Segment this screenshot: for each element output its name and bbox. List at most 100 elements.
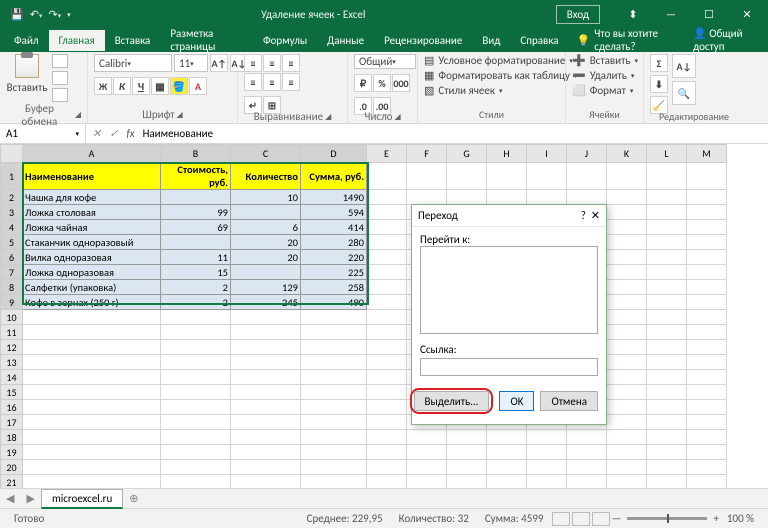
cell[interactable] bbox=[607, 385, 647, 400]
cell[interactable] bbox=[607, 280, 647, 295]
tab-home[interactable]: Главная bbox=[49, 30, 105, 51]
col-header[interactable]: K bbox=[607, 145, 647, 163]
cell[interactable] bbox=[687, 250, 727, 265]
formula-input[interactable]: Наименование bbox=[143, 127, 214, 140]
fill-icon[interactable]: ⬇ bbox=[650, 75, 668, 93]
cell[interactable] bbox=[607, 430, 647, 445]
col-header[interactable]: E bbox=[367, 145, 407, 163]
cell[interactable] bbox=[23, 325, 161, 340]
cell[interactable] bbox=[301, 460, 367, 475]
cell[interactable] bbox=[231, 355, 301, 370]
cell[interactable] bbox=[231, 205, 301, 220]
cell[interactable]: 1490 bbox=[301, 190, 367, 205]
col-header[interactable]: B bbox=[161, 145, 231, 163]
cell[interactable]: 594 bbox=[301, 205, 367, 220]
cell[interactable]: 129 bbox=[231, 280, 301, 295]
format-cells-button[interactable]: ⬜Формат▾ bbox=[572, 84, 638, 97]
cell[interactable] bbox=[687, 190, 727, 205]
cell[interactable] bbox=[687, 235, 727, 250]
number-format-combo[interactable]: Общий ▾ bbox=[354, 54, 416, 69]
cell[interactable] bbox=[687, 163, 727, 190]
cell[interactable] bbox=[161, 325, 231, 340]
italic-button[interactable]: К bbox=[113, 77, 131, 95]
cell[interactable] bbox=[367, 460, 407, 475]
cell[interactable] bbox=[407, 430, 447, 445]
cell[interactable] bbox=[301, 355, 367, 370]
cell[interactable] bbox=[407, 190, 447, 205]
cell[interactable] bbox=[647, 475, 687, 489]
cell[interactable] bbox=[161, 235, 231, 250]
cell[interactable] bbox=[161, 400, 231, 415]
cell[interactable] bbox=[647, 190, 687, 205]
bold-button[interactable]: Ж bbox=[94, 77, 112, 95]
cell[interactable] bbox=[367, 220, 407, 235]
cell[interactable] bbox=[231, 385, 301, 400]
cell[interactable] bbox=[231, 265, 301, 280]
cut-icon[interactable] bbox=[52, 54, 68, 68]
cell[interactable] bbox=[367, 205, 407, 220]
comma-icon[interactable]: 000 bbox=[392, 74, 410, 92]
col-header[interactable]: A bbox=[23, 145, 161, 163]
cell[interactable] bbox=[161, 445, 231, 460]
cell[interactable] bbox=[447, 163, 487, 190]
minimize-icon[interactable]: — bbox=[654, 8, 688, 21]
cell[interactable] bbox=[23, 445, 161, 460]
cell[interactable] bbox=[23, 475, 161, 489]
row-header[interactable]: 12 bbox=[1, 340, 23, 355]
cell[interactable] bbox=[687, 325, 727, 340]
save-icon[interactable]: 💾 bbox=[10, 8, 24, 21]
cell[interactable] bbox=[23, 355, 161, 370]
cell[interactable] bbox=[687, 310, 727, 325]
cell[interactable] bbox=[367, 190, 407, 205]
tell-me[interactable]: 💡Что вы хотите сделать? bbox=[569, 27, 686, 53]
ok-button[interactable]: OK bbox=[499, 391, 534, 411]
maximize-icon[interactable]: ☐ bbox=[692, 8, 726, 21]
row-header[interactable]: 17 bbox=[1, 415, 23, 430]
cell[interactable]: Вилка одноразовая bbox=[23, 250, 161, 265]
cell[interactable] bbox=[607, 370, 647, 385]
cell[interactable] bbox=[607, 400, 647, 415]
cell[interactable]: 69 bbox=[161, 220, 231, 235]
cell[interactable] bbox=[231, 325, 301, 340]
goto-list[interactable] bbox=[420, 246, 598, 334]
name-box[interactable]: A1▾ bbox=[0, 124, 86, 143]
cell[interactable] bbox=[161, 370, 231, 385]
cell[interactable] bbox=[301, 325, 367, 340]
tab-formulas[interactable]: Формулы bbox=[253, 30, 317, 51]
sheet-tab[interactable]: microexcel.ru bbox=[41, 489, 123, 509]
cell[interactable]: 20 bbox=[231, 250, 301, 265]
cell[interactable] bbox=[231, 475, 301, 489]
cell[interactable] bbox=[23, 430, 161, 445]
cell[interactable]: 280 bbox=[301, 235, 367, 250]
percent-icon[interactable]: % bbox=[373, 74, 391, 92]
cell[interactable] bbox=[367, 265, 407, 280]
row-header[interactable]: 2 bbox=[1, 190, 23, 205]
cell[interactable] bbox=[647, 415, 687, 430]
cell[interactable] bbox=[567, 430, 607, 445]
currency-icon[interactable]: ₽ bbox=[354, 74, 372, 92]
cell[interactable] bbox=[367, 370, 407, 385]
reference-input[interactable] bbox=[420, 358, 598, 376]
row-header[interactable]: 8 bbox=[1, 280, 23, 295]
row-header[interactable]: 3 bbox=[1, 205, 23, 220]
cell[interactable] bbox=[607, 250, 647, 265]
col-header[interactable]: I bbox=[527, 145, 567, 163]
row-header[interactable]: 11 bbox=[1, 325, 23, 340]
zoom-out-icon[interactable]: — bbox=[611, 512, 621, 525]
cell[interactable] bbox=[487, 445, 527, 460]
tab-file[interactable]: Файл bbox=[4, 30, 49, 51]
cell[interactable] bbox=[647, 235, 687, 250]
cell[interactable] bbox=[647, 280, 687, 295]
cell[interactable] bbox=[687, 280, 727, 295]
cell[interactable]: Салфетки (упаковка) bbox=[23, 280, 161, 295]
col-header[interactable]: G bbox=[447, 145, 487, 163]
cell[interactable] bbox=[487, 190, 527, 205]
row-header[interactable]: 6 bbox=[1, 250, 23, 265]
cell[interactable] bbox=[647, 163, 687, 190]
cell[interactable] bbox=[527, 475, 567, 489]
cell[interactable] bbox=[367, 430, 407, 445]
cell[interactable] bbox=[161, 190, 231, 205]
cell[interactable] bbox=[407, 460, 447, 475]
tab-review[interactable]: Рецензирование bbox=[374, 30, 472, 51]
cell[interactable] bbox=[367, 385, 407, 400]
